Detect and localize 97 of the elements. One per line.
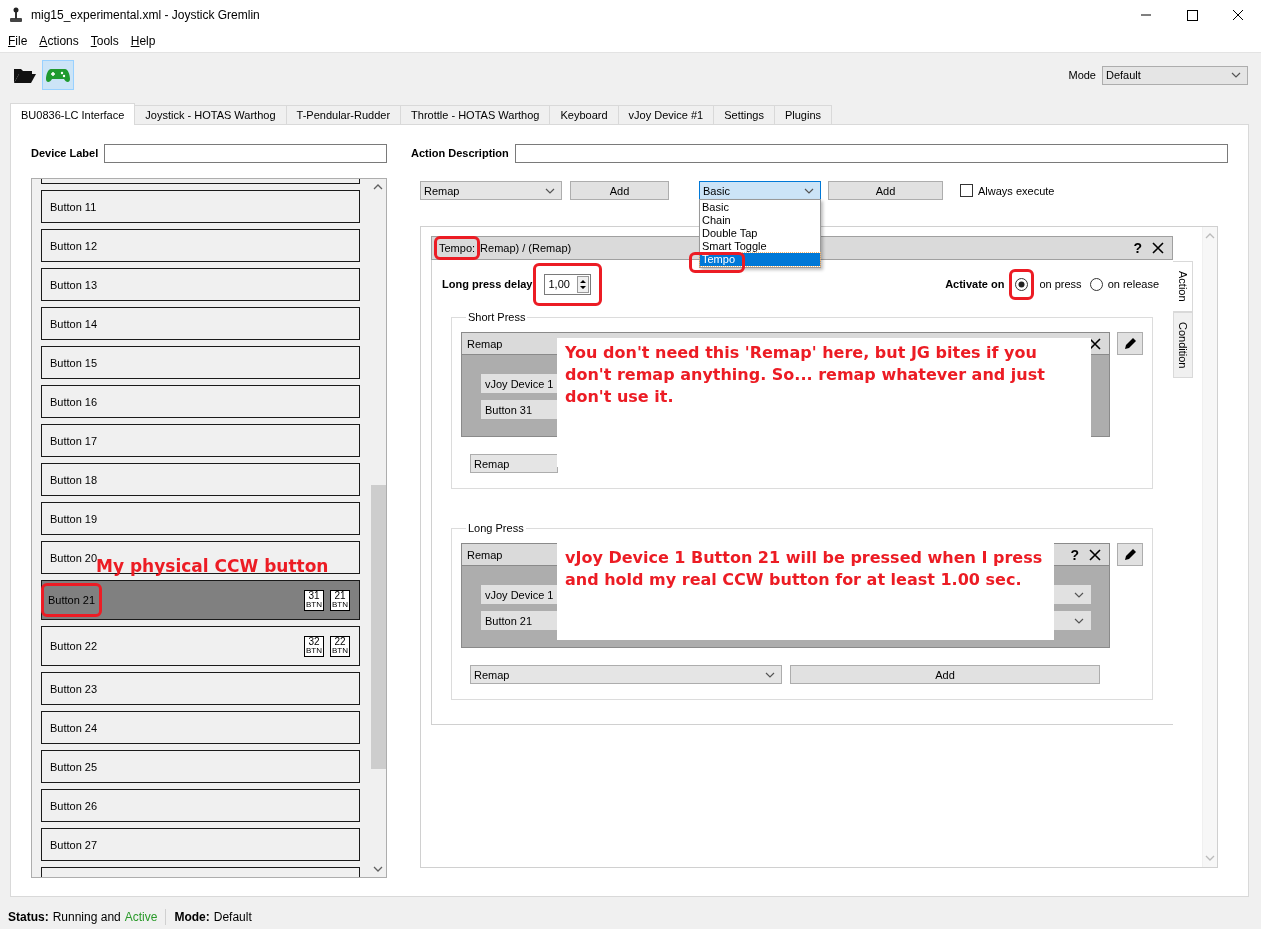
list-item[interactable]: Button 17 xyxy=(41,424,360,457)
checkbox-label: Always execute xyxy=(978,184,1055,197)
dropdown-option[interactable]: Double Tap xyxy=(700,227,820,240)
group-title: Long Press xyxy=(468,522,524,534)
field-label: Device Label xyxy=(31,147,99,159)
status-active: Active xyxy=(124,910,158,924)
menu-item[interactable]: Help xyxy=(124,32,162,50)
list-item[interactable]: Button 16 xyxy=(41,385,360,418)
list-item[interactable]: Button 27 xyxy=(41,828,360,861)
panel-title: Remap xyxy=(467,337,503,350)
tab[interactable]: Condition xyxy=(1173,311,1193,379)
gamepad-icon xyxy=(46,67,70,83)
text-field[interactable] xyxy=(514,143,1228,163)
button-badge: 31 BTN xyxy=(304,589,324,611)
chevron-down-icon xyxy=(1231,72,1241,78)
pencil-icon xyxy=(1123,547,1137,562)
panel-title: Remap xyxy=(467,548,503,561)
chevron-down-icon xyxy=(765,671,775,678)
mode-value: Default xyxy=(213,910,252,924)
list-item[interactable]: Button 11 xyxy=(41,190,360,223)
tab[interactable]: Settings xyxy=(713,105,775,124)
mode-label: Mode: xyxy=(174,910,210,924)
action-dropdown[interactable]: Remap xyxy=(470,454,558,473)
add-button[interactable]: Add xyxy=(790,665,1100,684)
pencil-icon xyxy=(1123,336,1137,351)
tab[interactable]: Action xyxy=(1173,261,1193,312)
dropdown-option[interactable]: Tempo xyxy=(700,253,820,266)
annotation-label: My physical CCW button xyxy=(96,556,329,576)
menu-item[interactable]: File xyxy=(2,32,34,50)
window-title: mig15_experimental.xml - Joystick Gremlin xyxy=(31,8,260,22)
joystick-icon xyxy=(8,7,24,23)
field-label: Action Description xyxy=(411,147,509,159)
input-dropdown[interactable]: Button 31 xyxy=(481,400,558,419)
list-item[interactable]: Button 25 xyxy=(41,750,360,783)
list-item[interactable]: Button 15 xyxy=(41,346,360,379)
status-label: Status: xyxy=(8,910,49,924)
chevron-down-icon xyxy=(1074,617,1084,624)
mode-dropdown[interactable]: Default xyxy=(1102,65,1248,85)
group-title: Short Press xyxy=(468,311,526,323)
edit-button[interactable] xyxy=(1117,543,1143,566)
folder-icon xyxy=(13,66,37,84)
button-badge: 21 BTN xyxy=(330,589,350,611)
tab[interactable]: Joystick - HOTAS Warthog xyxy=(134,105,287,124)
list-item[interactable]: Button 26 xyxy=(41,789,360,822)
spin-arrows-icon[interactable] xyxy=(577,275,590,293)
highlight-outline: Button 21 xyxy=(41,583,103,617)
chevron-down-icon xyxy=(545,187,555,194)
field-label: Activate on xyxy=(945,278,1005,290)
radio-button[interactable] xyxy=(1089,277,1103,291)
add-button[interactable]: Add xyxy=(570,181,669,200)
callout-text: vJoy Device 1 Button 21 will be pressed when I press and hold my real CCW button for at least 1.00 sec. xyxy=(565,547,1044,591)
chevron-down-icon xyxy=(804,187,814,194)
container-title: Remap) / (Remap) xyxy=(480,242,572,254)
add-button[interactable]: Add xyxy=(828,181,943,200)
tab[interactable]: vJoy Device #1 xyxy=(617,105,715,124)
close-icon[interactable] xyxy=(1089,337,1101,350)
radio-button[interactable] xyxy=(1015,277,1029,291)
text-field[interactable] xyxy=(104,143,387,163)
tab[interactable]: BU0836-LC Interface xyxy=(10,103,136,125)
tab[interactable]: Throttle - HOTAS Warthog xyxy=(400,105,551,124)
list-item[interactable]: Button 18 xyxy=(41,463,360,496)
device-dropdown[interactable]: vJoy Device 1 xyxy=(481,374,558,393)
dropdown-option[interactable]: Chain xyxy=(700,214,820,227)
radio-label: on press xyxy=(1039,278,1082,290)
list-item[interactable]: Button 23 xyxy=(41,672,360,705)
menu-item[interactable]: Tools xyxy=(84,32,125,50)
menu-item[interactable]: Actions xyxy=(33,32,85,50)
dropdown-option[interactable]: Basic xyxy=(700,201,820,214)
close-icon[interactable] xyxy=(1089,548,1101,561)
help-button[interactable]: ? xyxy=(1133,240,1142,256)
help-button[interactable]: ? xyxy=(1070,546,1079,563)
action-dropdown[interactable]: Remap xyxy=(470,665,782,684)
button-badge: 32 BTN xyxy=(304,635,324,657)
status-text: Running and xyxy=(52,910,121,924)
list-item[interactable]: Button 21 31 BTN 21 BTN xyxy=(41,580,360,620)
list-item[interactable]: Button 22 32 BTN 22 BTN xyxy=(41,626,360,666)
edit-button[interactable] xyxy=(1117,332,1143,355)
list-item[interactable]: Button 24 xyxy=(41,711,360,744)
checkbox[interactable] xyxy=(960,184,973,197)
list-item[interactable]: Button 14 xyxy=(41,307,360,340)
highlight-outline xyxy=(689,252,745,273)
radio-label: on release xyxy=(1107,278,1159,290)
chevron-down-icon xyxy=(1074,591,1084,598)
field-label: Long press delay xyxy=(442,278,533,290)
spin-box[interactable]: 1,00 xyxy=(544,273,592,295)
action-dropdown[interactable]: Remap xyxy=(420,181,562,200)
mode-label: Mode xyxy=(1068,69,1096,81)
callout-text: You don't need this 'Remap' here, but JG bites if you don't remap anything. So... remap whatever and just don't use it. xyxy=(565,342,1046,408)
list-item[interactable]: Button 13 xyxy=(41,268,360,301)
button-badge: 22 BTN xyxy=(330,635,350,657)
tab[interactable]: Plugins xyxy=(773,105,832,124)
dropdown-option[interactable]: Smart Toggle xyxy=(700,240,820,253)
list-item[interactable]: Button 12 xyxy=(41,229,360,262)
close-icon[interactable] xyxy=(1152,242,1164,254)
list-item[interactable]: Button 19 xyxy=(41,502,360,535)
container-type: Tempo: xyxy=(439,242,476,254)
tab[interactable]: Keyboard xyxy=(549,105,619,124)
